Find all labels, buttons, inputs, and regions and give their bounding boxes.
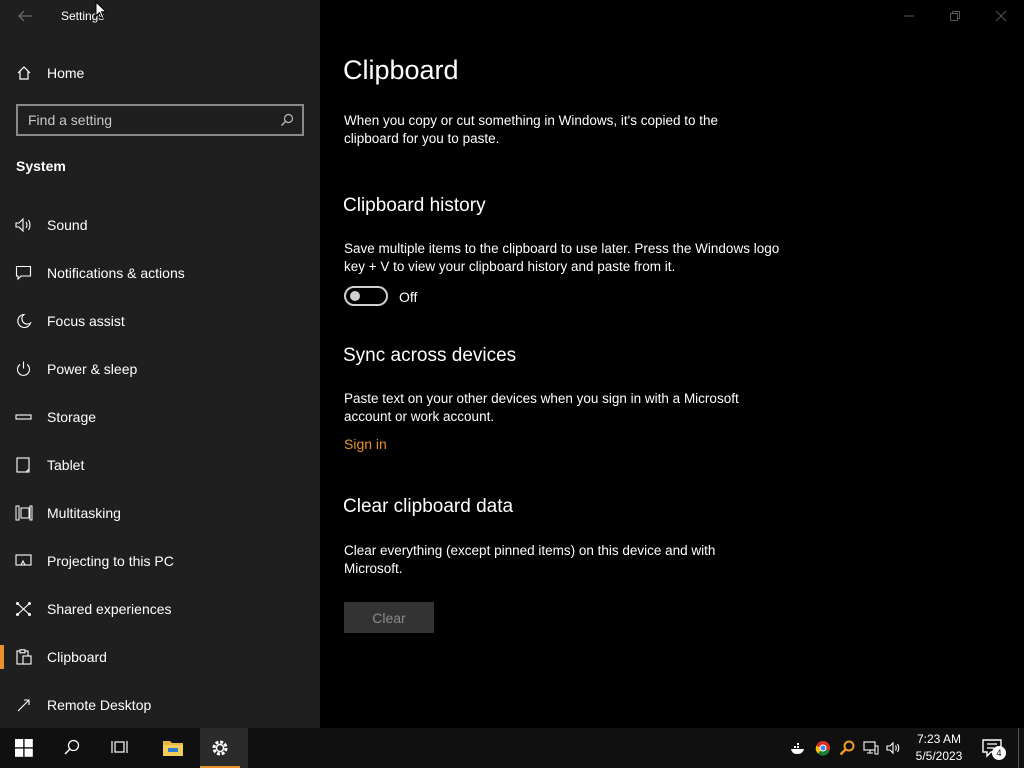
section-title: System [16, 158, 66, 174]
sidebar-item-storage[interactable]: Storage [0, 397, 320, 437]
sidebar-item-projecting[interactable]: Projecting to this PC [0, 541, 320, 581]
clear-data-description: Clear everything (except pinned items) o… [344, 543, 716, 576]
sidebar-item-remote-desktop[interactable]: Remote Desktop [0, 685, 320, 725]
sidebar-item-label: Power & sleep [47, 361, 138, 377]
clipboard-history-description: Save multiple items to the clipboard to … [344, 241, 780, 274]
back-button[interactable] [14, 6, 36, 26]
sidebar-item-label: Tablet [47, 457, 85, 473]
sidebar-item-sound[interactable]: Sound [0, 205, 320, 245]
sidebar-item-power-sleep[interactable]: Power & sleep [0, 349, 320, 389]
remote-desktop-icon [17, 699, 30, 712]
home-icon [17, 66, 31, 80]
search-icon [64, 739, 80, 755]
sidebar-item-multitasking[interactable]: Multitasking [0, 493, 320, 533]
search-input[interactable] [28, 110, 268, 130]
task-view-button[interactable] [96, 728, 144, 768]
clipboard-history-toggle[interactable] [344, 286, 388, 306]
back-arrow-icon [18, 10, 32, 22]
task-view-icon [111, 741, 128, 753]
sign-in-link[interactable]: Sign in [344, 436, 387, 452]
sidebar: Settings Home System Sound Notifications… [0, 0, 320, 728]
window-controls [886, 0, 1024, 32]
tablet-icon [16, 457, 30, 473]
close-icon [996, 11, 1006, 21]
sidebar-item-shared-experiences[interactable]: Shared experiences [0, 589, 320, 629]
clipboard-icon [16, 649, 32, 665]
restore-icon [950, 11, 960, 21]
speaker-icon [15, 217, 31, 233]
sidebar-item-label: Projecting to this PC [47, 553, 174, 569]
taskbar: 7:23 AM 5/5/2023 4 [0, 728, 1024, 768]
magnifier-tray-icon[interactable] [839, 740, 855, 756]
moon-icon [17, 313, 32, 329]
notification-count-badge: 4 [992, 746, 1006, 760]
clear-button[interactable]: Clear [344, 602, 434, 633]
clear-data-heading: Clear clipboard data [343, 496, 514, 517]
chrome-icon[interactable] [815, 740, 831, 756]
close-button[interactable] [978, 0, 1024, 32]
sidebar-item-label: Home [47, 65, 85, 81]
file-explorer-button[interactable] [148, 728, 196, 768]
sidebar-item-label: Shared experiences [47, 601, 172, 617]
sidebar-item-clipboard[interactable]: Clipboard [0, 637, 320, 677]
intro-text: When you copy or cut something in Window… [344, 113, 719, 146]
sidebar-item-label: Sound [47, 217, 88, 233]
clipboard-history-heading: Clipboard history [343, 195, 486, 216]
gear-icon [212, 740, 228, 756]
sidebar-item-label: Clipboard [47, 649, 107, 665]
sidebar-item-label: Multitasking [47, 505, 121, 521]
minimize-icon [904, 15, 914, 17]
volume-icon[interactable] [886, 740, 902, 756]
restore-button[interactable] [932, 0, 978, 32]
search-field[interactable] [16, 104, 304, 136]
multitasking-icon [15, 505, 33, 521]
message-icon [15, 265, 32, 281]
taskbar-search-button[interactable] [48, 728, 96, 768]
windows-logo-icon [15, 739, 33, 757]
projector-icon [15, 554, 32, 566]
sidebar-item-label: Notifications & actions [47, 265, 185, 281]
sidebar-item-label: Storage [47, 409, 97, 425]
storage-drive-icon [15, 414, 32, 420]
docker-icon[interactable] [790, 740, 806, 756]
clock-date: 5/5/2023 [915, 749, 963, 763]
page-title: Clipboard [343, 55, 459, 85]
mouse-cursor-icon [95, 1, 107, 20]
folder-icon [163, 741, 183, 756]
shared-experiences-icon [16, 602, 31, 616]
sidebar-item-tablet[interactable]: Tablet [0, 445, 320, 485]
content-pane: Clipboard When you copy or cut something… [320, 0, 1024, 728]
clock-time: 7:23 AM [916, 732, 962, 746]
settings-taskbar-button[interactable] [200, 728, 248, 768]
toggle-state-label: Off [399, 289, 418, 305]
sidebar-item-label: Focus assist [47, 313, 125, 329]
start-button[interactable] [0, 728, 48, 768]
sync-heading: Sync across devices [343, 345, 517, 366]
sync-description: Paste text on your other devices when yo… [344, 391, 739, 424]
sidebar-item-focus-assist[interactable]: Focus assist [0, 301, 320, 341]
system-clock[interactable]: 7:23 AM 5/5/2023 [908, 731, 970, 765]
sidebar-item-label: Remote Desktop [47, 697, 152, 713]
show-desktop-button[interactable] [1018, 728, 1024, 768]
sidebar-item-notifications[interactable]: Notifications & actions [0, 253, 320, 293]
power-icon [16, 361, 31, 376]
sidebar-item-home[interactable]: Home [0, 58, 320, 88]
search-icon[interactable] [280, 113, 294, 127]
minimize-button[interactable] [886, 0, 932, 32]
toggle-knob [350, 291, 360, 301]
network-icon[interactable] [863, 740, 879, 756]
